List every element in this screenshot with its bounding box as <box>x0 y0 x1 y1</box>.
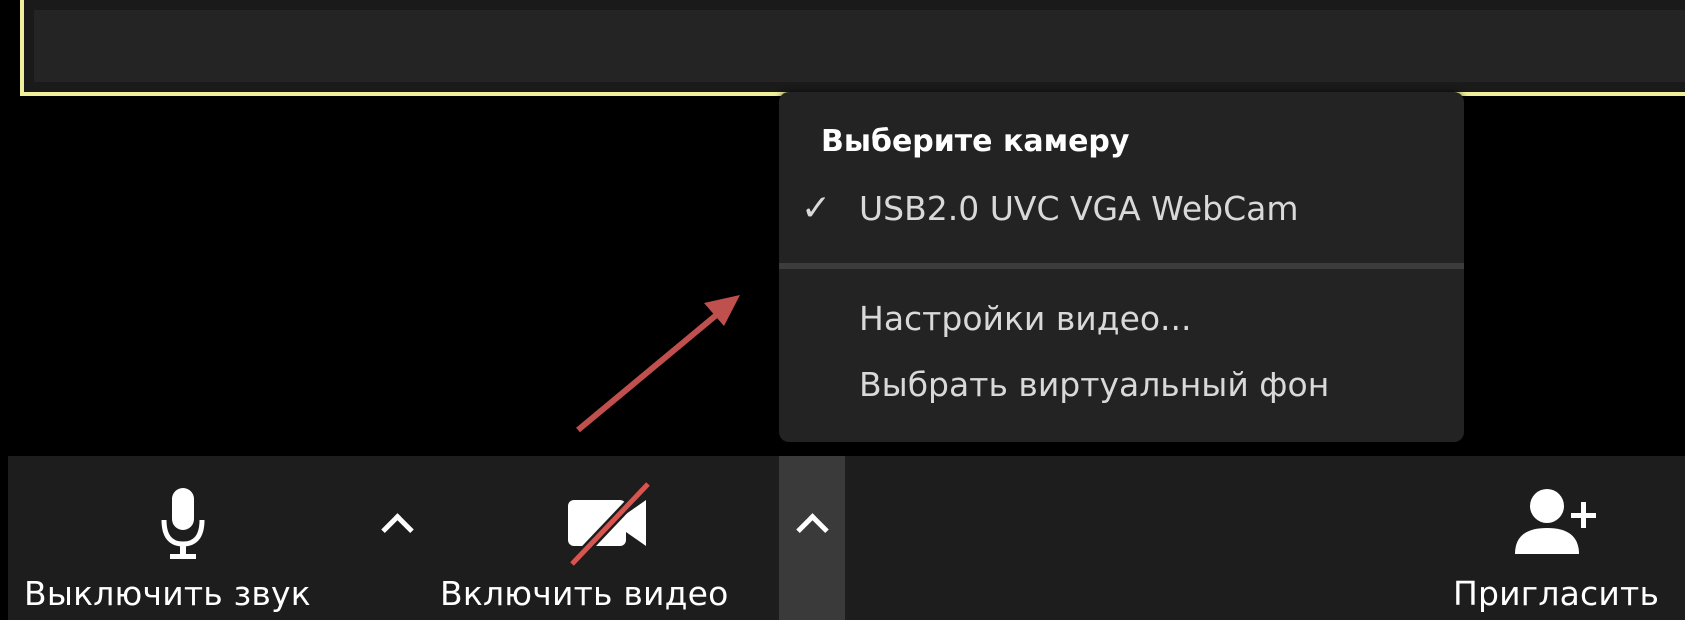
invite-label: Пригласить <box>1453 574 1660 613</box>
video-settings-label: Настройки видео... <box>859 298 1192 338</box>
menu-title: Выберите камеру <box>821 124 1130 159</box>
camera-menu: Выберите камеру ✓ USB2.0 UVC VGA WebCam … <box>779 92 1464 442</box>
menu-item-video-settings[interactable]: Настройки видео... <box>779 288 1464 348</box>
webcam-label: USB2.0 UVC VGA WebCam <box>859 188 1299 228</box>
menu-item-webcam[interactable]: ✓ USB2.0 UVC VGA WebCam <box>779 178 1464 238</box>
microphone-icon <box>161 488 205 559</box>
participant-video-tile <box>20 0 1685 96</box>
virtual-background-label: Выбрать виртуальный фон <box>859 364 1330 404</box>
start-video-button[interactable]: Включить видео <box>440 456 778 620</box>
start-video-label: Включить видео <box>440 574 729 613</box>
participant-video-area <box>34 10 1685 82</box>
video-options-button[interactable] <box>779 456 845 620</box>
mute-label: Выключить звук <box>24 574 311 613</box>
menu-divider <box>779 263 1464 269</box>
video-off-icon <box>568 480 652 568</box>
menu-item-virtual-background[interactable]: Выбрать виртуальный фон <box>779 354 1464 414</box>
chevron-up-icon <box>380 513 414 546</box>
meeting-toolbar: Выключить звук Включить видео Пригласить <box>8 456 1685 620</box>
audio-options-button[interactable] <box>364 456 430 620</box>
invite-button[interactable]: Пригласить <box>1438 456 1685 620</box>
checkmark-icon: ✓ <box>801 187 832 229</box>
add-participant-icon <box>1515 489 1596 554</box>
chevron-up-icon <box>795 513 829 546</box>
mute-button[interactable]: Выключить звук <box>8 456 348 620</box>
